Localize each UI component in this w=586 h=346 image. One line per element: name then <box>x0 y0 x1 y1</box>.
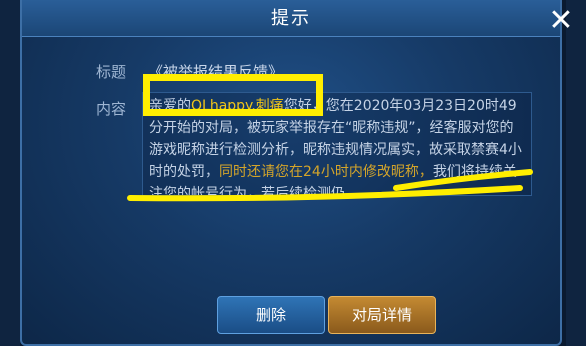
annotation-highlight-box <box>143 74 323 116</box>
notice-dialog: 提示 ✕ 标题 《被举报结果反馈》 内容 亲爱的QLhappy.刺痛您好，您在2… <box>20 0 574 346</box>
dialog-titlebar: 提示 <box>22 0 560 37</box>
background-right <box>566 0 586 346</box>
content-instruction: 同时还请您在24小时内修改昵称， <box>219 164 433 180</box>
background-left <box>0 0 20 346</box>
dialog-title: 提示 <box>271 8 311 29</box>
delete-button[interactable]: 删除 <box>217 296 325 334</box>
match-detail-button[interactable]: 对局详情 <box>328 296 436 334</box>
content-label: 内容 <box>96 100 127 118</box>
close-icon[interactable]: ✕ <box>546 6 576 36</box>
title-label: 标题 <box>96 63 127 81</box>
